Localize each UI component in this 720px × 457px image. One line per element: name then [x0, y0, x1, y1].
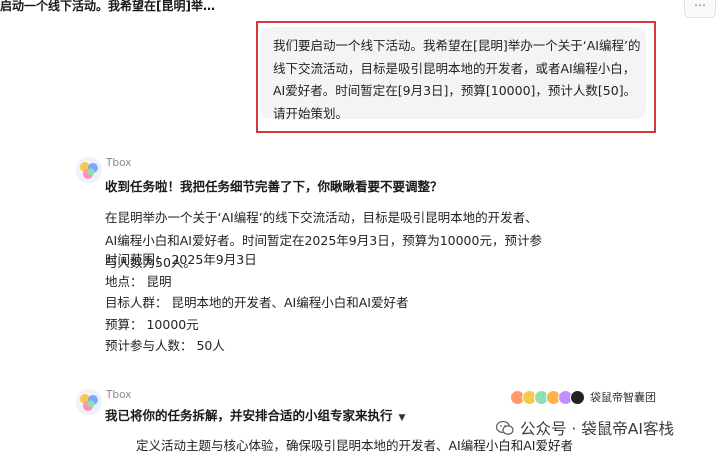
expert-team-bar[interactable]: 袋鼠帝智囊团	[510, 389, 656, 405]
more-icon[interactable]: ⋯	[684, 0, 716, 18]
tbox-avatar	[76, 389, 102, 415]
tbox-avatar-icon	[76, 157, 102, 183]
team-label: 袋鼠帝智囊团	[590, 391, 656, 404]
caret-down-icon[interactable]: ▼	[399, 413, 406, 423]
tbox-avatar-icon	[76, 389, 102, 415]
detail-audience: 目标人群： 昆明本地的开发者、AI编程小白和AI爱好者	[105, 295, 409, 310]
conversation-title: 启动一个线下活动。我希望在[昆明]举…	[0, 0, 215, 13]
watermark-text: 公众号 · 袋鼠帝AI客栈	[520, 420, 674, 438]
wechat-icon	[496, 420, 514, 435]
detail-location: 地点： 昆明	[105, 274, 172, 289]
team-more-icon	[570, 389, 585, 405]
detail-budget: 预算： 10000元	[105, 317, 199, 332]
task-breakdown-text: 我已将你的任务拆解，并安排合适的小组专家来执行	[105, 408, 393, 423]
detail-time: 时间范围： 2025年9月3日	[105, 252, 257, 267]
bot-name: Tbox	[106, 157, 132, 169]
watermark: 公众号 · 袋鼠帝AI客栈	[496, 417, 674, 439]
bot-name: Tbox	[106, 389, 132, 401]
user-message-text: 我们要启动一个线下活动。我希望在[昆明]举办一个关于‘AI编程’的线下交流活动，…	[273, 38, 641, 121]
task-item: 定义活动主题与核心体验，确保吸引昆明本地的开发者、AI编程小白和AI爱好者	[136, 438, 573, 453]
tbox-avatar	[76, 157, 102, 183]
detail-attendance: 预计参与人数： 50人	[105, 338, 225, 353]
task-breakdown-headline[interactable]: 我已将你的任务拆解，并安排合适的小组专家来执行 ▼	[105, 407, 405, 427]
bot-reply-headline: 收到任务啦！我把任务细节完善了下，你瞅瞅看要不要调整？	[105, 179, 443, 194]
